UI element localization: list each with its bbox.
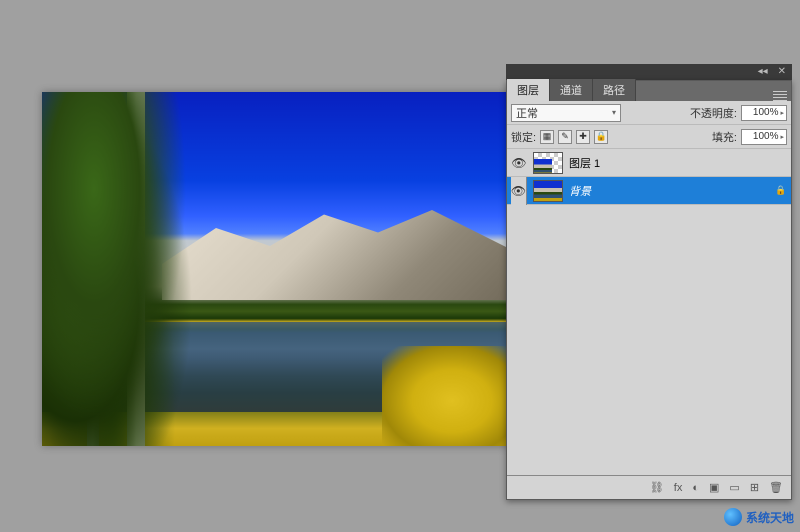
foliage-shape [42,92,202,446]
trash-icon[interactable]: 🗑 [769,481,783,494]
lock-all-icon[interactable]: 🔒 [594,130,608,144]
chevron-down-icon: ▾ [612,108,616,117]
lock-row: 锁定: ▦ ✎ ✚ 🔒 填充: 100%▸ [507,125,791,149]
layer-thumbnail[interactable] [533,152,563,174]
blend-row: 正常 ▾ 不透明度: 100%▸ [507,101,791,125]
watermark-text: 系统天地 [746,509,794,526]
lock-label: 锁定: [511,129,536,145]
watermark-icon [724,508,742,526]
watermark: 系统天地 [724,508,794,526]
layer-row[interactable]: 👁 图层 1 [507,149,791,177]
adjustment-icon[interactable]: ▣ [709,481,719,494]
tab-paths[interactable]: 路径 [593,79,636,101]
panel-menu-icon[interactable] [773,91,787,101]
group-icon[interactable]: ▭ [729,481,739,494]
layer-name[interactable]: 背景 [569,183,769,199]
panel-titlebar: ◂◂ ✕ [506,64,792,80]
opacity-input[interactable]: 100%▸ [741,105,787,121]
tab-channels[interactable]: 通道 [550,79,593,101]
new-layer-icon[interactable]: ⊞ [750,481,759,494]
tab-layers[interactable]: 图层 [507,79,550,101]
document-canvas[interactable] [42,92,512,446]
image-content [42,92,512,446]
layer-name[interactable]: 图层 1 [569,155,787,171]
mountain-shape [162,210,512,300]
fill-label: 填充: [712,129,737,145]
lock-brush-icon[interactable]: ✎ [558,130,572,144]
lock-position-icon[interactable]: ✚ [576,130,590,144]
mask-icon[interactable]: ◐ [692,482,699,494]
fill-input[interactable]: 100%▸ [741,129,787,145]
blend-mode-select[interactable]: 正常 ▾ [511,104,621,122]
opacity-label: 不透明度: [690,105,737,121]
fx-icon[interactable]: fx [674,482,683,494]
bush-shape [382,346,512,446]
panel-footer: ⛓ fx ◐ ▣ ▭ ⊞ 🗑 [507,475,791,499]
layers-list: 👁 图层 1 👁 背景 🔒 [507,149,791,475]
visibility-icon[interactable]: 👁 [511,156,527,170]
lock-transparency-icon[interactable]: ▦ [540,130,554,144]
layer-thumbnail[interactable] [533,180,563,202]
lock-icon: 🔒 [775,185,787,197]
collapse-icon[interactable]: ◂◂ [758,67,768,77]
blend-mode-value: 正常 [516,105,538,121]
panel-tabs: 图层 通道 路径 [507,81,791,101]
layer-row[interactable]: 👁 背景 🔒 [507,177,791,205]
visibility-icon[interactable]: 👁 [511,177,527,205]
chevron-right-icon: ▸ [780,109,784,117]
link-layers-icon[interactable]: ⛓ [650,481,664,494]
chevron-right-icon: ▸ [780,133,784,141]
close-icon[interactable]: ✕ [778,67,786,77]
layers-panel: 图层 通道 路径 正常 ▾ 不透明度: 100%▸ 锁定: ▦ ✎ ✚ 🔒 填充… [506,80,792,500]
